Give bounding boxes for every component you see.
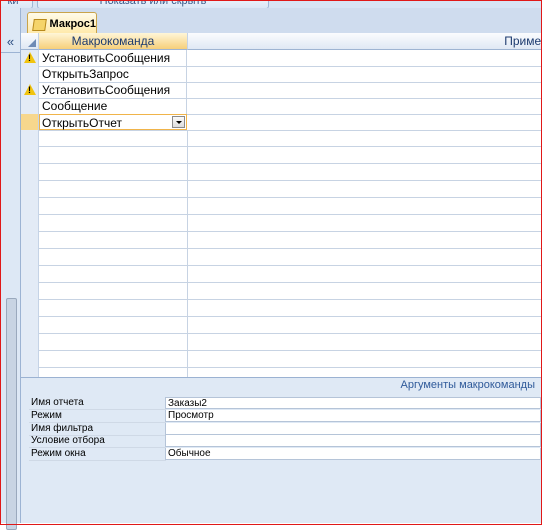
chevron-down-icon[interactable] xyxy=(172,116,185,128)
ribbon-strip: ки Показать или скрыть xyxy=(1,0,541,8)
action-cell[interactable]: Сообщение xyxy=(39,98,187,114)
show-hide-button[interactable]: Показать или скрыть xyxy=(37,0,269,8)
table-row[interactable]: УстановитьСообщения xyxy=(21,50,541,67)
row-selector[interactable] xyxy=(21,66,39,82)
row-selector[interactable] xyxy=(21,82,39,98)
document-tab-bar: Макрос1 xyxy=(21,8,541,34)
table-row-current[interactable]: ОткрытьОтчет xyxy=(21,114,541,131)
note-cell[interactable] xyxy=(188,50,541,66)
argument-label: Режим окна xyxy=(29,448,166,462)
argument-row: Условие отбора xyxy=(29,435,541,449)
action-cell[interactable]: УстановитьСообщения xyxy=(39,50,187,66)
arguments-header: Аргументы макрокоманды xyxy=(21,377,541,392)
column-header-note[interactable]: Примеч xyxy=(188,33,541,50)
argument-row: Режим Просмотр xyxy=(29,409,541,423)
argument-row: Имя отчета Заказы2 xyxy=(29,397,541,410)
row-selector[interactable] xyxy=(21,50,39,66)
table-row[interactable]: ОткрытьЗапрос xyxy=(21,66,541,83)
tab-label: Макрос1 xyxy=(49,17,96,30)
select-all-corner[interactable] xyxy=(21,33,39,50)
argument-value[interactable]: Заказы2 xyxy=(165,397,541,409)
argument-label: Имя отчета xyxy=(29,397,166,410)
arguments-panel: Имя отчета Заказы2 Режим Просмотр Имя фи… xyxy=(29,397,541,462)
argument-label: Имя фильтра xyxy=(29,423,166,436)
argument-value[interactable] xyxy=(165,435,541,448)
argument-label: Режим xyxy=(29,410,166,423)
nav-divider xyxy=(1,52,20,53)
row-selector[interactable] xyxy=(21,98,39,114)
argument-label: Условие отбора xyxy=(29,435,166,449)
macro-grid: Макрокоманда Примеч УстановитьСообщения … xyxy=(21,33,541,377)
navigation-pane: « xyxy=(1,8,21,530)
table-row[interactable]: УстановитьСообщения xyxy=(21,82,541,99)
nav-scrollbar[interactable] xyxy=(6,298,17,530)
collapse-nav-icon[interactable]: « xyxy=(3,35,18,50)
table-row[interactable]: Сообщение xyxy=(21,98,541,115)
action-cell[interactable]: ОткрытьЗапрос xyxy=(39,66,187,82)
argument-value[interactable]: Просмотр xyxy=(165,409,541,422)
action-combobox[interactable]: ОткрытьОтчет xyxy=(39,114,187,130)
note-cell[interactable] xyxy=(188,114,541,130)
row-selector[interactable] xyxy=(21,114,39,130)
action-cell[interactable]: УстановитьСообщения xyxy=(39,82,187,98)
column-header-action[interactable]: Макрокоманда xyxy=(39,33,188,50)
argument-value[interactable] xyxy=(165,422,541,435)
argument-row: Имя фильтра xyxy=(29,422,541,436)
note-cell[interactable] xyxy=(188,66,541,82)
warning-icon xyxy=(24,84,36,95)
empty-grid-rows[interactable] xyxy=(21,130,541,377)
argument-row: Режим окна Обычное xyxy=(29,448,541,462)
macro-icon xyxy=(32,18,47,31)
action-combobox-value: ОткрытьОтчет xyxy=(42,116,122,130)
tab-macro1[interactable]: Макрос1 xyxy=(27,12,97,34)
argument-value[interactable]: Обычное xyxy=(165,448,541,461)
warning-icon xyxy=(24,52,36,63)
note-cell[interactable] xyxy=(188,82,541,98)
macro-window: Макрос1 Макрокоманда Примеч УстановитьСо… xyxy=(21,8,541,523)
ribbon-button-left[interactable]: ки xyxy=(1,0,33,8)
arguments-title: Аргументы макрокоманды xyxy=(400,379,535,391)
note-cell[interactable] xyxy=(188,98,541,114)
